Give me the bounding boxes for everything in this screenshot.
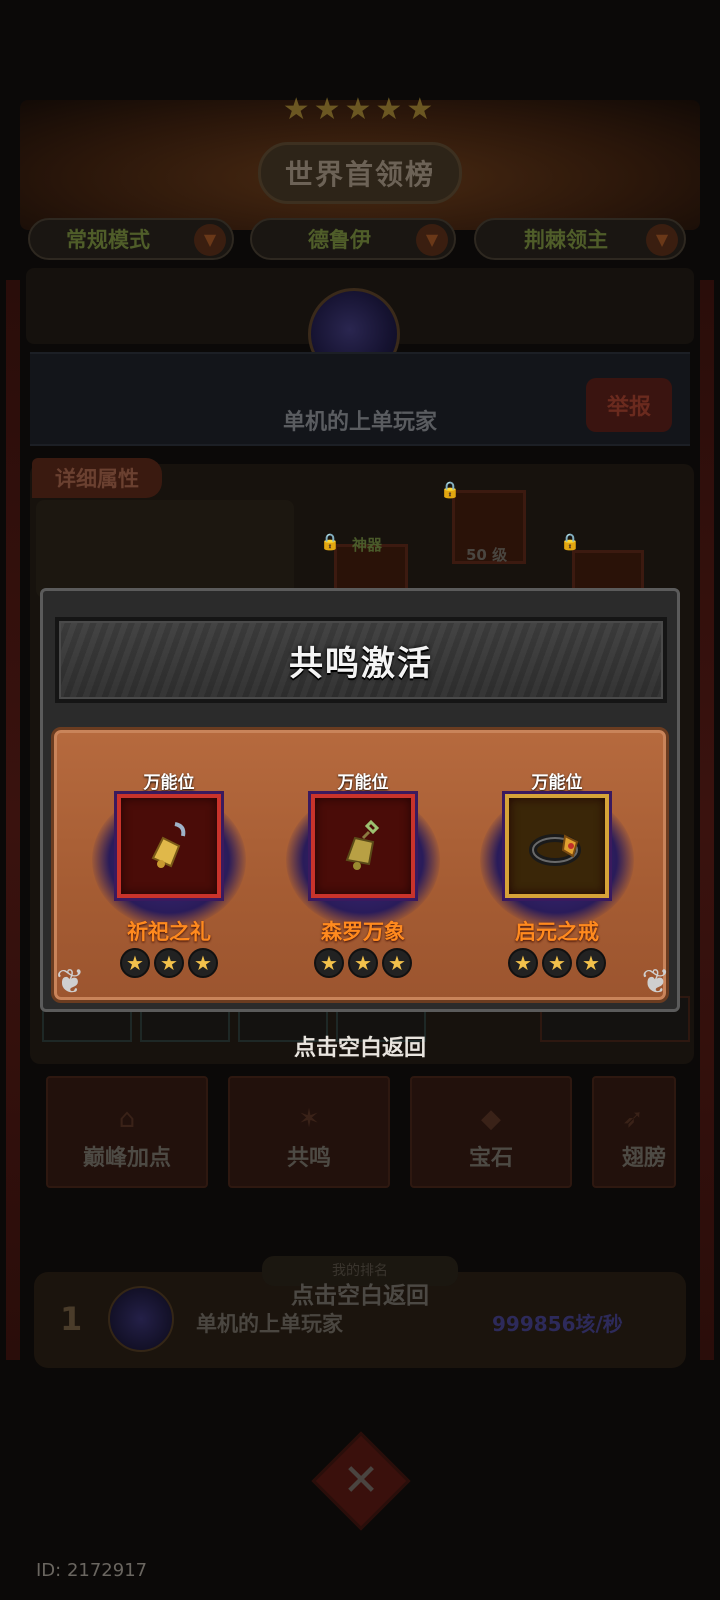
class-dropdown-label: 德鲁伊 — [308, 228, 371, 252]
boss-dropdown-label: 荆棘领主 — [524, 228, 608, 252]
star-icon: ★ — [508, 948, 538, 978]
right-frame-border — [700, 280, 714, 1360]
resonance-item-card[interactable]: 万能位 森罗万象 ★ ★ ★ — [278, 750, 448, 990]
star-icon: ★ — [576, 948, 606, 978]
tab-label: 共鸣 — [286, 1146, 331, 1171]
item-frame — [505, 794, 609, 898]
resonance-modal: 共鸣激活 ❦ ❦ 万能位 祈祀之礼 ★ ★ ★ 万能位 森罗万象 ★ ★ ★ 万… — [40, 588, 680, 1012]
mode-dropdown[interactable]: 常规模式 ▼ — [28, 218, 234, 260]
bell-icon — [151, 822, 186, 868]
star-icon: ★ — [188, 948, 218, 978]
board-title: 世界首领榜 — [284, 158, 435, 191]
resonance-icon: ✶ — [298, 1104, 320, 1134]
mode-dropdown-label: 常规模式 — [66, 228, 150, 252]
tab-label: 翅膀 — [622, 1146, 667, 1171]
tab-label: 巅峰加点 — [82, 1146, 171, 1171]
boss-dropdown[interactable]: 荆棘领主 ▼ — [474, 218, 686, 260]
bell-icon — [345, 819, 380, 870]
ring-icon — [529, 834, 581, 866]
star-rating: ★ ★ ★ — [472, 948, 642, 978]
chevron-down-icon: ▼ — [416, 224, 448, 256]
background-dismiss-hint: 点击空白返回 — [291, 1283, 429, 1309]
rank-score: 999856垓/秒 — [492, 1312, 623, 1336]
item-name: 启元之戒 — [515, 920, 599, 944]
star-icon: ★ — [542, 948, 572, 978]
gem-icon: ◆ — [481, 1104, 501, 1134]
resonance-item-card[interactable]: 万能位 启元之戒 ★ ★ ★ — [472, 750, 642, 990]
wing-icon: ➶ — [622, 1104, 644, 1134]
lock-icon: 🔒 — [440, 480, 460, 499]
close-button[interactable]: ✕ — [311, 1431, 411, 1531]
modal-header: 共鸣激活 — [55, 617, 667, 703]
tab-label: 宝石 — [468, 1146, 513, 1171]
tab-wings[interactable]: ➶ 翅膀 — [592, 1076, 676, 1188]
chevron-down-icon: ▼ — [646, 224, 678, 256]
slot-label: 万能位 — [143, 773, 195, 793]
chevron-down-icon: ▼ — [194, 224, 226, 256]
lock-icon: 🔒 — [320, 532, 340, 551]
rank-player-name: 单机的上单玩家 — [196, 1312, 343, 1336]
modal-title: 共鸣激活 — [289, 643, 433, 684]
class-dropdown[interactable]: 德鲁伊 ▼ — [250, 218, 456, 260]
star-rating: ★ ★ ★ — [278, 948, 448, 978]
dismiss-hint[interactable]: 点击空白返回 — [0, 1030, 720, 1062]
report-button[interactable]: 举报 — [586, 378, 672, 432]
left-frame-border — [6, 280, 20, 1360]
slot-label: 万能位 — [531, 773, 583, 793]
tab-gems[interactable]: ◆ 宝石 — [410, 1076, 572, 1188]
star-icon: ★ — [348, 948, 378, 978]
detail-tab[interactable]: 详细属性 — [32, 458, 162, 498]
star-icon: ★ — [120, 948, 150, 978]
star-rating: ★ ★ ★ — [84, 948, 254, 978]
character-portrait — [36, 500, 294, 598]
equip-level: 50 级 — [466, 546, 508, 564]
player-id: ID: 2172917 — [36, 1560, 148, 1581]
lock-icon: 🔒 — [560, 532, 580, 551]
item-name: 祈祀之礼 — [127, 920, 211, 944]
tab-peak-points[interactable]: ⌂ 巅峰加点 — [46, 1076, 208, 1188]
item-name: 森罗万象 — [321, 920, 405, 944]
star-icon: ★ — [154, 948, 184, 978]
star-icon: ★ — [314, 948, 344, 978]
banner-stars-icon: ★★★★★ — [282, 92, 438, 127]
star-icon: ★ — [382, 948, 412, 978]
board-title-plaque: 世界首领榜 — [258, 142, 462, 204]
slot-label: 万能位 — [337, 773, 389, 793]
artifact-badge: 神器 — [352, 536, 383, 554]
item-frame — [117, 794, 221, 898]
close-icon: ✕ — [342, 1455, 380, 1506]
modal-body: ❦ ❦ 万能位 祈祀之礼 ★ ★ ★ 万能位 森罗万象 ★ ★ ★ 万能位 启元… — [51, 727, 670, 1003]
resonance-item-card[interactable]: 万能位 祈祀之礼 ★ ★ ★ — [84, 750, 254, 990]
tab-resonance[interactable]: ✶ 共鸣 — [228, 1076, 390, 1188]
house-icon: ⌂ — [118, 1104, 136, 1134]
item-frame — [311, 794, 415, 898]
